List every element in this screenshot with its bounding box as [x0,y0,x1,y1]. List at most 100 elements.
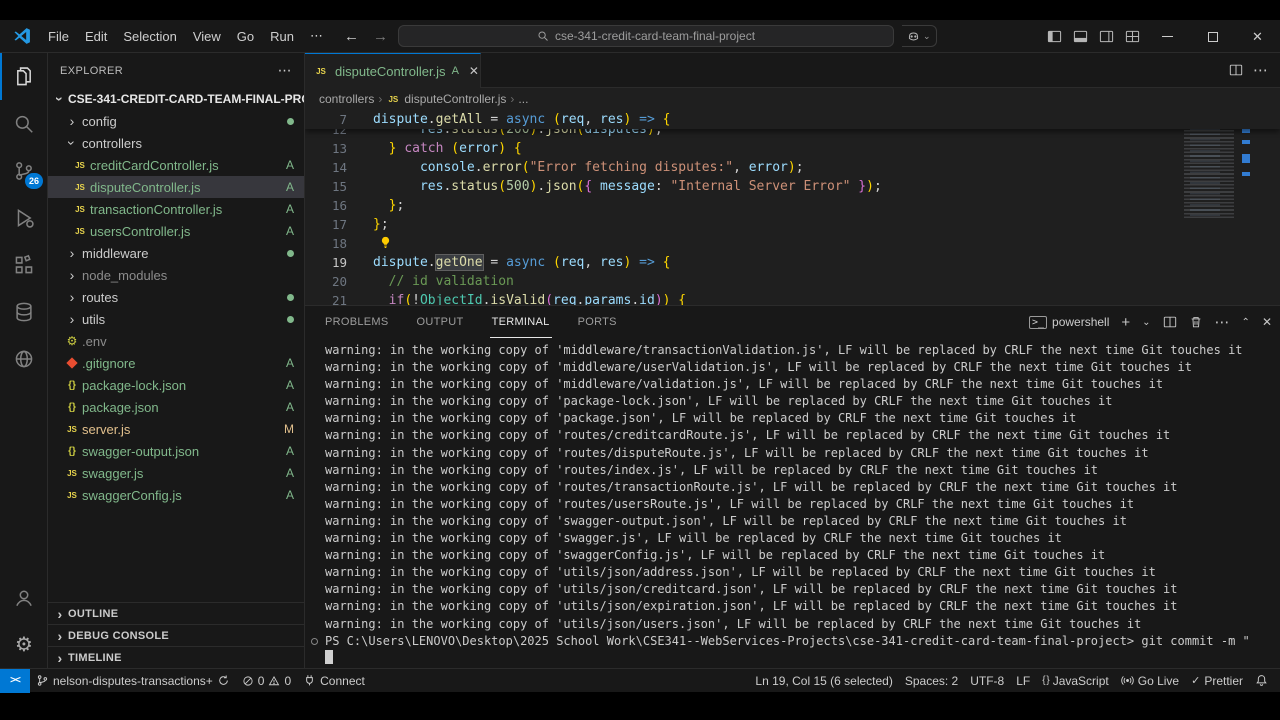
tab-disputeController[interactable]: JS disputeController.js A ✕ [305,53,481,88]
split-terminal-icon[interactable] [1163,315,1177,329]
tree-root-folder[interactable]: › CSE-341-CREDIT-CARD-TEAM-FINAL-PROJ... [48,88,304,110]
section-debug-console[interactable]: › DEBUG CONSOLE [48,624,304,646]
js-file-icon: JS [316,66,326,76]
editor-more-actions-icon[interactable]: ⋯ [1253,61,1268,79]
editor-group: JS disputeController.js A ✕ ⋯ controller… [305,53,1280,668]
tree-file-disputeController.js[interactable]: JS disputeController.js A [48,176,304,198]
menu-file[interactable]: File [40,26,77,47]
go-live-item[interactable]: Go Live [1115,669,1185,693]
tree-file-swagger.js[interactable]: JS swagger.js A [48,462,304,484]
close-panel-icon[interactable]: ✕ [1262,315,1272,329]
menu-go[interactable]: Go [229,26,262,47]
prettier-item[interactable]: ✓ Prettier [1185,669,1249,693]
tree-file-swagger-output.json[interactable]: {} swagger-output.json A [48,440,304,462]
terminal-warning-line: warning: in the working copy of 'package… [325,394,1113,409]
notifications-bell-icon[interactable] [1249,669,1274,693]
code-editor[interactable]: 12 res.status(200).json(disputes); 13 } c… [305,110,1280,305]
search-icon[interactable] [0,100,48,147]
menu-view[interactable]: View [185,26,229,47]
tree-folder-config[interactable]: › config [48,110,304,132]
tree-file-swaggerConfig.js[interactable]: JS swaggerConfig.js A [48,484,304,506]
terminal-profile-dropdown-icon[interactable]: ⌄ [1142,317,1150,328]
database-extension-icon[interactable] [0,288,48,335]
tree-folder-middleware[interactable]: › middleware [48,242,304,264]
tree-file-.env[interactable]: ⚙ .env [48,330,304,352]
explorer-more-actions-icon[interactable]: ⋯ [278,62,292,79]
overview-ruler [1242,110,1250,305]
remote-indicator[interactable]: >< [0,668,30,693]
tree-folder-controllers[interactable]: › controllers [48,132,304,154]
tree-file-package.json[interactable]: {} package.json A [48,396,304,418]
terminal-content[interactable]: warning: in the working copy of 'middlew… [305,338,1280,668]
tree-file-transactionController.js[interactable]: JS transactionController.js A [48,198,304,220]
new-terminal-button[interactable]: + [1121,314,1130,331]
copilot-menu-button[interactable]: ⌄ [902,25,937,47]
menu-⋯[interactable]: ⋯ [302,25,331,47]
maximize-panel-icon[interactable]: ⌃ [1242,317,1250,328]
indentation-item[interactable]: Spaces: 2 [899,669,964,693]
tree-file-usersController.js[interactable]: JS usersController.js A [48,220,304,242]
panel-tab-output[interactable]: OUTPUT [415,307,466,338]
split-editor-icon[interactable] [1229,63,1243,77]
toggle-primary-sidebar-button[interactable] [1041,24,1067,50]
command-decoration-icon[interactable] [311,637,318,645]
toggle-panel-button[interactable] [1067,24,1093,50]
explorer-icon[interactable] [0,53,48,100]
vscode-window: File Edit Selection View Go Run ⋯ ← → cse-341-… [0,20,1280,693]
forward-button[interactable]: → [373,28,388,45]
close-tab-icon[interactable]: ✕ [469,64,479,78]
panel-tab-terminal[interactable]: TERMINAL [489,307,552,338]
live-preview-icon[interactable] [0,335,48,382]
tree-folder-node_modules[interactable]: › node_modules [48,264,304,286]
panel-more-actions-icon[interactable]: ⋯ [1215,313,1230,331]
git-status-badge: A [285,466,294,480]
back-button[interactable]: ← [344,28,359,45]
chevron-icon: › [57,605,63,622]
panel-tab-problems[interactable]: PROBLEMS [323,307,391,338]
run-debug-icon[interactable] [0,194,48,241]
tree-folder-routes[interactable]: › routes [48,286,304,308]
cursor-position-item[interactable]: Ln 19, Col 15 (6 selected) [749,669,898,693]
kill-terminal-icon[interactable] [1189,315,1203,329]
js-file-icon: JS [75,182,85,192]
tree-file-.gitignore[interactable]: .gitignore A [48,352,304,374]
eol-item[interactable]: LF [1010,669,1036,693]
account-icon[interactable] [0,574,48,621]
close-window-button[interactable]: ✕ [1235,20,1280,53]
lightbulb-icon[interactable] [379,236,392,249]
menu-selection[interactable]: Selection [115,26,184,47]
customize-layout-button[interactable] [1119,24,1145,50]
extensions-icon[interactable] [0,241,48,288]
terminal-profile-item[interactable]: >_ powershell [1028,315,1109,329]
env-gear-icon: ⚙ [66,334,78,348]
panel-tab-ports[interactable]: PORTS [576,307,619,338]
terminal-icon: >_ [1028,315,1048,329]
breadcrumb[interactable]: controllers › JS disputeController.js › … [305,88,1280,110]
maximize-button[interactable] [1190,20,1235,53]
settings-gear-icon[interactable]: ⚙ [0,621,48,668]
encoding-item[interactable]: UTF-8 [964,669,1010,693]
git-branch-item[interactable]: nelson-disputes-transactions+ [30,669,236,693]
broadcast-icon [1121,676,1134,685]
terminal-warning-line: warning: in the working copy of 'swagger… [325,513,1127,528]
minimize-button[interactable] [1145,20,1190,53]
tree-file-package-lock.json[interactable]: {} package-lock.json A [48,374,304,396]
connect-item[interactable]: Connect [297,669,371,693]
tree-file-creditCardController.js[interactable]: JS creditCardController.js A [48,154,304,176]
code-line-14: 14 console.error("Error fetching dispute… [331,160,804,175]
language-status-item[interactable]: { } JavaScript [1036,669,1115,693]
tree-folder-utils[interactable]: › utils [48,308,304,330]
problems-item[interactable]: 0 0 [236,669,297,693]
tab-bar: JS disputeController.js A ✕ ⋯ [305,53,1280,88]
menu-run[interactable]: Run [262,26,302,47]
explorer-tree: › config › controllers JS creditCardControlle… [48,110,304,506]
toggle-secondary-sidebar-button[interactable] [1093,24,1119,50]
source-control-icon[interactable]: 26 [0,147,48,194]
section-timeline[interactable]: › TIMELINE [48,646,304,668]
tree-file-server.js[interactable]: JS server.js M [48,418,304,440]
menu-edit[interactable]: Edit [77,26,115,47]
command-center-search[interactable]: cse-341-credit-card-team-final-project [398,25,894,47]
sidebar-bottom-sections: › OUTLINE › DEBUG CONSOLE › TIMELINE [48,602,304,668]
git-changes-dot [287,117,294,125]
section-outline[interactable]: › OUTLINE [48,602,304,624]
